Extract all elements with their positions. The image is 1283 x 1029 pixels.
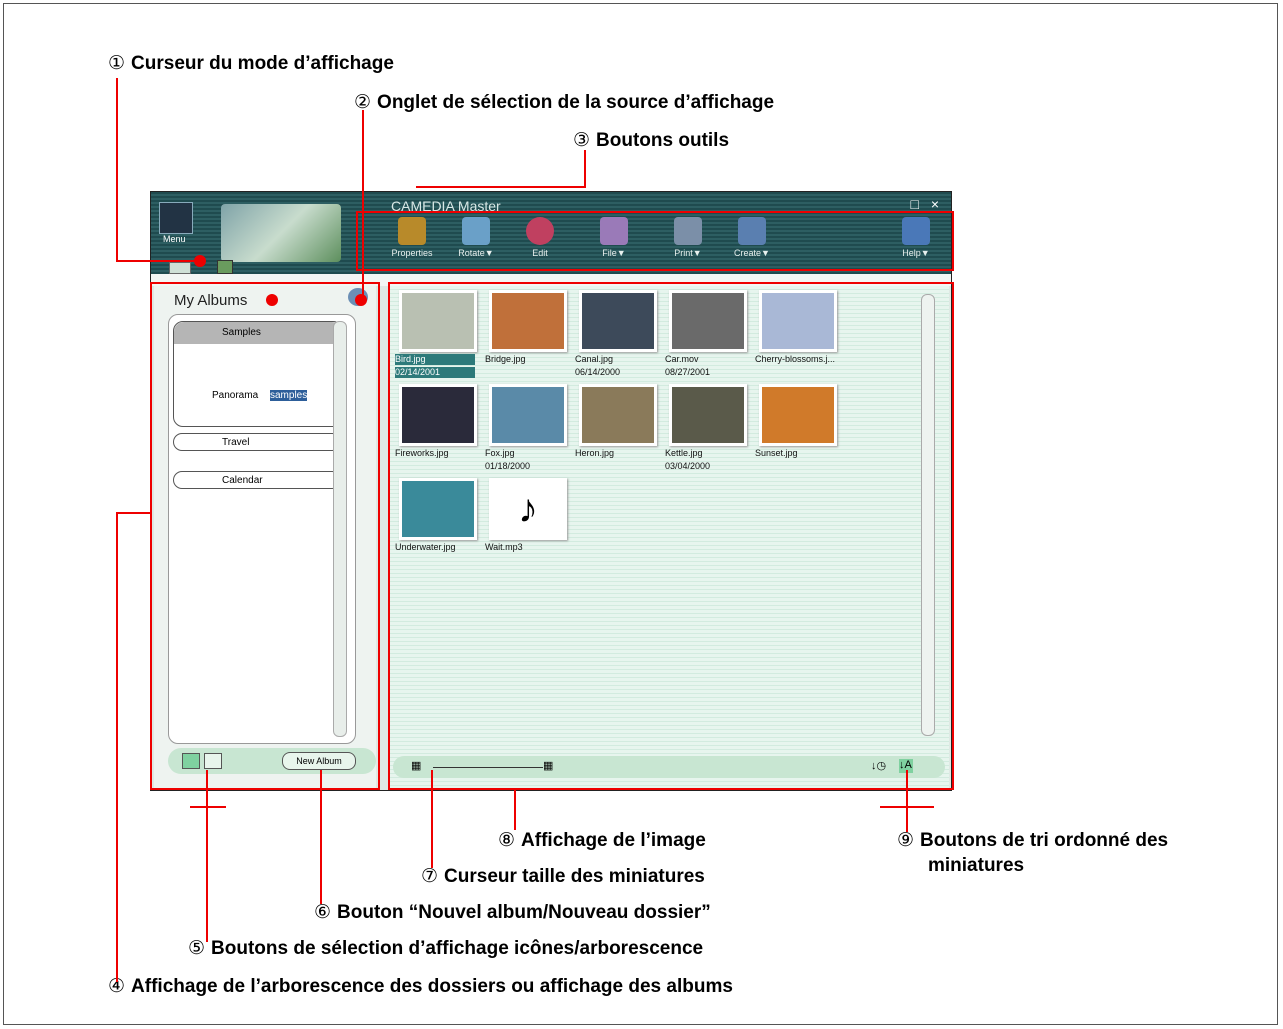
leader-9 — [906, 770, 908, 832]
callout-box-right-pane — [388, 282, 954, 790]
callout-5: ⑤ Boutons de sélection d’affichage icônes… — [188, 938, 704, 959]
callout-9-line2: miniatures — [928, 855, 1025, 876]
leader-2 — [362, 110, 364, 300]
callout-2: ② Onglet de sélection de la source d’affi… — [354, 92, 775, 113]
leader-3 — [584, 150, 586, 188]
leader-4 — [116, 512, 118, 982]
callout-4: ④ Affichage de l’arborescence des dossier… — [108, 976, 733, 997]
leader-2-dot-b — [355, 294, 367, 306]
leader-8 — [514, 790, 516, 830]
callout-3: ③ Boutons outils — [573, 130, 730, 151]
callout-1: ① Curseur du mode d’affichage — [108, 53, 394, 74]
callout-box-left-pane — [150, 282, 380, 790]
camedia-logo — [221, 204, 341, 262]
leader-1-dot — [194, 255, 206, 267]
menu-label: Menu — [163, 234, 186, 244]
callout-8: ⑧ Affichage de l’image — [498, 830, 706, 851]
menu-button[interactable] — [159, 202, 193, 234]
leader-2-dot-a — [266, 294, 278, 306]
leader-9b — [880, 806, 934, 808]
leader-1b — [116, 260, 204, 262]
leader-1 — [116, 78, 118, 262]
callout-box-toolbar — [356, 211, 954, 271]
callout-6: ⑥ Bouton “Nouvel album/Nouveau dossier” — [314, 902, 711, 923]
view-mode-browse-icon[interactable] — [169, 262, 191, 274]
callout-7: ⑦ Curseur taille des miniatures — [421, 866, 705, 887]
window-controls[interactable]: _ □ × — [891, 196, 943, 212]
callout-9: ⑨ Boutons de tri ordonné des — [897, 830, 1169, 851]
leader-5 — [206, 770, 208, 942]
view-mode-edit-icon[interactable] — [217, 260, 233, 274]
leader-7 — [431, 770, 433, 868]
leader-4b — [116, 512, 152, 514]
leader-5b — [190, 806, 226, 808]
leader-6 — [320, 770, 322, 904]
leader-3b — [416, 186, 586, 188]
